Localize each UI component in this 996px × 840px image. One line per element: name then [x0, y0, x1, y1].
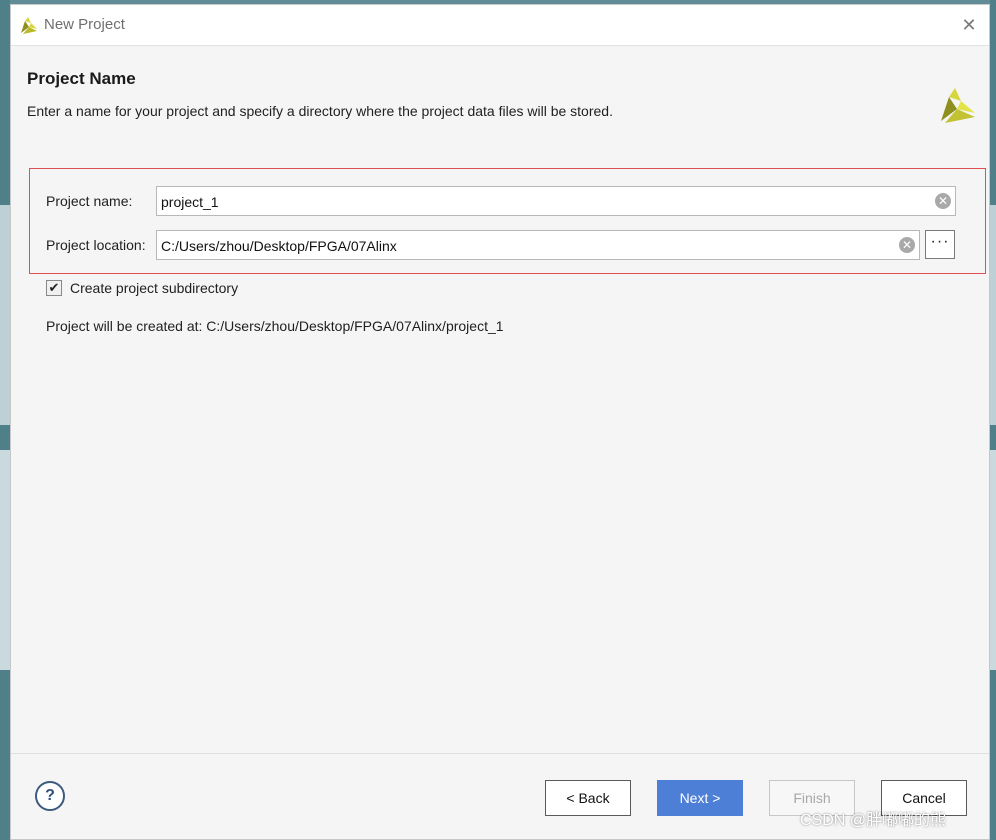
window-title: New Project: [44, 16, 125, 33]
desktop-background-left: [0, 0, 10, 840]
project-name-label: Project name:: [46, 193, 133, 209]
desktop-background-right: [990, 0, 996, 840]
help-icon[interactable]: ?: [35, 781, 65, 811]
title-bar[interactable]: New Project ✕: [11, 5, 989, 46]
close-icon[interactable]: ✕: [959, 15, 979, 35]
new-project-dialog: New Project ✕ Project Name Enter a name …: [10, 4, 990, 840]
desktop-band: [990, 205, 996, 425]
project-location-field[interactable]: C:/Users/zhou/Desktop/FPGA/07Alinx ✕: [156, 230, 920, 260]
desktop-band: [990, 450, 996, 670]
browse-button[interactable]: ···: [925, 230, 955, 259]
project-created-at-text: Project will be created at: C:/Users/zho…: [46, 318, 504, 334]
project-location-label: Project location:: [46, 237, 146, 253]
footer-divider: [11, 753, 989, 754]
page-description: Enter a name for your project and specif…: [27, 103, 613, 119]
page-title: Project Name: [27, 69, 136, 88]
desktop-band: [0, 450, 10, 670]
desktop-band: [0, 205, 10, 425]
project-location-value: C:/Users/zhou/Desktop/FPGA/07Alinx: [161, 238, 397, 254]
back-button[interactable]: < Back: [545, 780, 631, 816]
watermark: CSDN @胖嘟嘟的熊: [800, 812, 947, 829]
create-subdirectory-label[interactable]: Create project subdirectory: [70, 280, 238, 296]
clear-icon[interactable]: ✕: [899, 237, 915, 253]
project-name-field[interactable]: project_1 ✕: [156, 186, 956, 216]
xilinx-logo-icon: [941, 88, 975, 123]
check-icon: ✔: [48, 280, 60, 295]
clear-icon[interactable]: ✕: [935, 193, 951, 209]
create-subdirectory-checkbox[interactable]: ✔: [46, 280, 62, 296]
project-name-value: project_1: [161, 194, 219, 210]
next-button[interactable]: Next >: [657, 780, 743, 816]
xilinx-logo-icon: [21, 17, 37, 34]
